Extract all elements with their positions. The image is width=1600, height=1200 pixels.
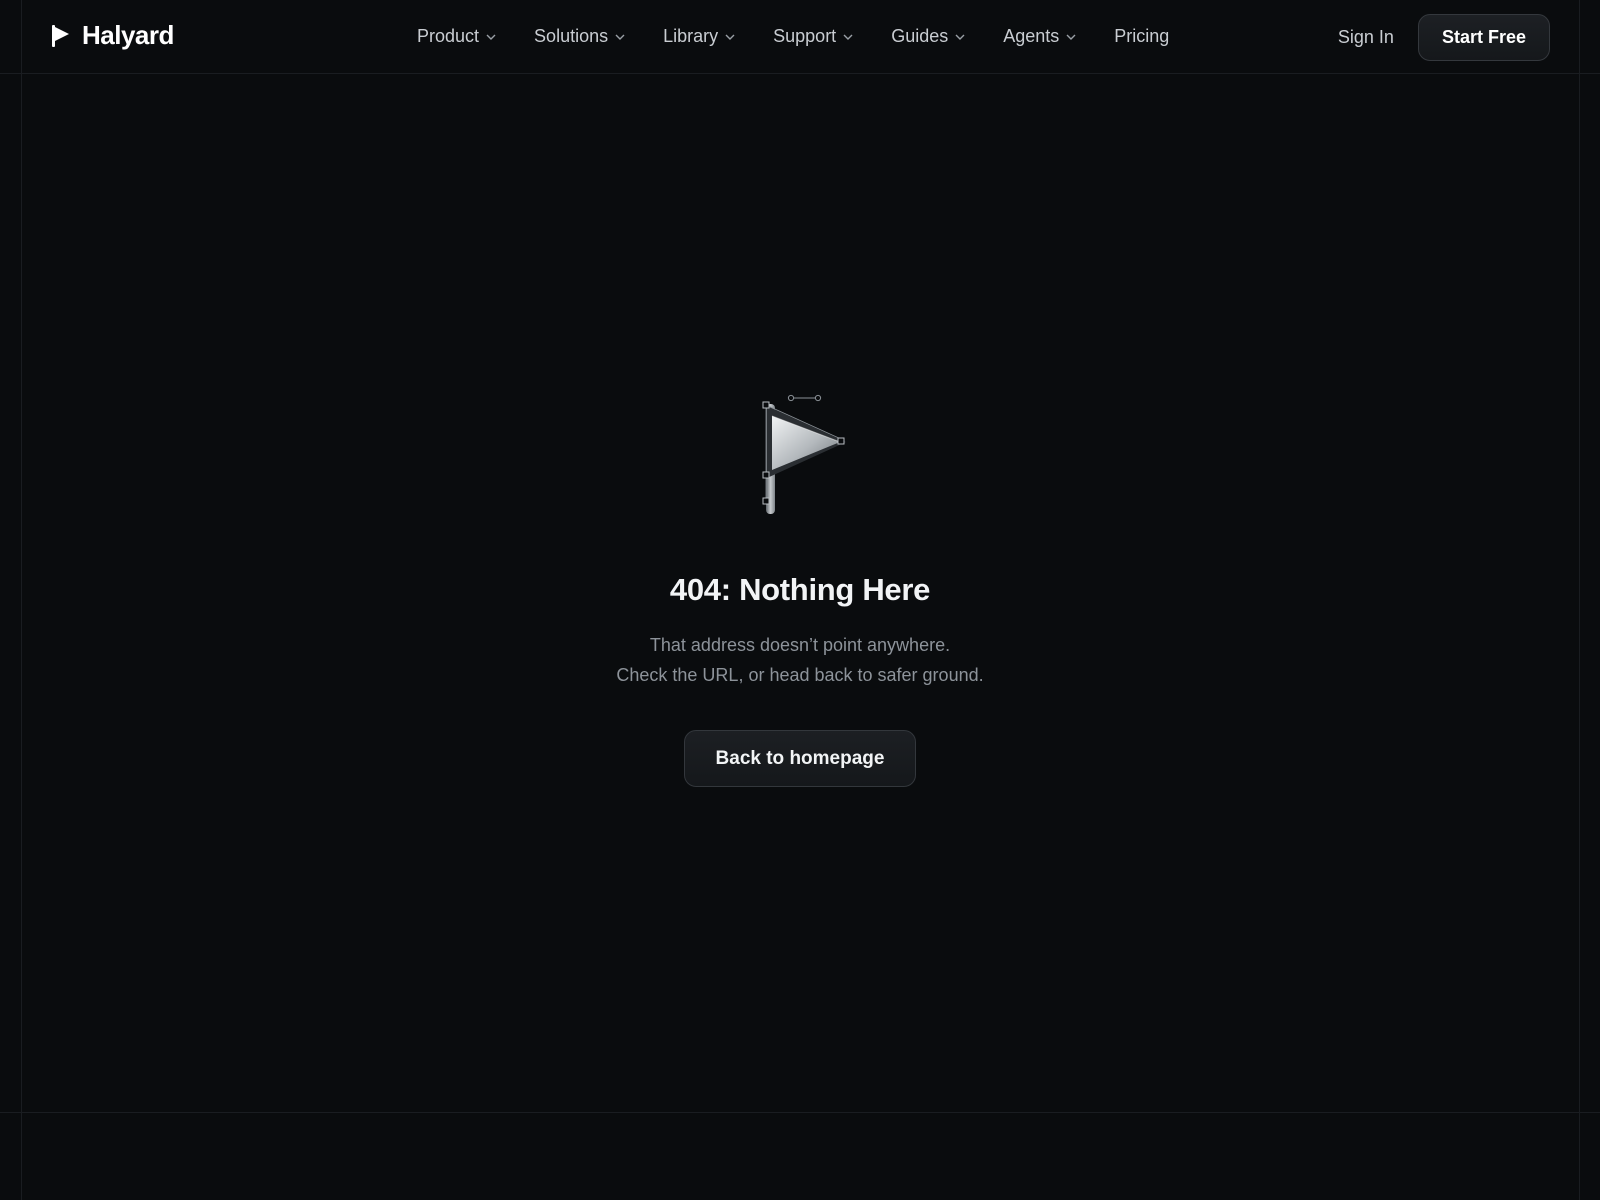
- sign-in-link[interactable]: Sign In: [1338, 27, 1394, 48]
- nav-item-support[interactable]: Support: [773, 26, 854, 47]
- nav-item-label: Library: [663, 26, 719, 46]
- flag-icon: [52, 24, 69, 47]
- nav-item-label: Support: [773, 26, 837, 46]
- chevron-down-icon: [1066, 34, 1076, 40]
- main-nav: Product Solutions Library Support Guides…: [417, 0, 1169, 73]
- chevron-down-icon: [843, 34, 853, 40]
- error-title: 404: Nothing Here: [669, 572, 931, 607]
- error-message-line: That address doesn’t point anywhere.: [649, 635, 951, 655]
- back-to-homepage-button[interactable]: Back to homepage: [684, 730, 916, 787]
- chevron-down-icon: [486, 34, 496, 40]
- nav-item-product[interactable]: Product: [417, 26, 497, 47]
- chevron-down-icon: [955, 34, 965, 40]
- flag-icon: [762, 394, 846, 514]
- site-header: Halyard Product Solutions Library Suppor…: [0, 0, 1600, 73]
- start-free-button[interactable]: Start Free: [1417, 14, 1550, 61]
- chevron-down-icon: [615, 34, 625, 40]
- nav-item-guides[interactable]: Guides: [891, 26, 966, 47]
- nav-item-library[interactable]: Library: [663, 26, 736, 47]
- nav-item-label: Product: [417, 26, 480, 46]
- nav-item-solutions[interactable]: Solutions: [534, 26, 626, 47]
- nav-item-label: Guides: [891, 26, 949, 46]
- nav-item-agents[interactable]: Agents: [1003, 26, 1077, 47]
- footer-divider: [0, 1112, 1600, 1113]
- header-divider: [0, 73, 1600, 74]
- error-message: That address doesn’t point anywhere. Che…: [616, 630, 983, 690]
- page: Halyard Product Solutions Library Suppor…: [0, 0, 1600, 1200]
- nav-item-label: Agents: [1003, 26, 1060, 46]
- nav-item-label: Solutions: [534, 26, 609, 46]
- error-section: 404: Nothing Here That address doesn’t p…: [0, 380, 1600, 787]
- nav-item-label: Pricing: [1114, 26, 1170, 46]
- error-message-line: Check the URL, or head back to safer gro…: [616, 665, 984, 685]
- brand-logo-link[interactable]: Halyard: [52, 20, 174, 51]
- chevron-down-icon: [725, 34, 735, 40]
- brand-name: Halyard: [82, 20, 174, 50]
- header-actions: Sign In Start Free: [1338, 14, 1550, 61]
- nav-item-pricing[interactable]: Pricing: [1114, 26, 1169, 47]
